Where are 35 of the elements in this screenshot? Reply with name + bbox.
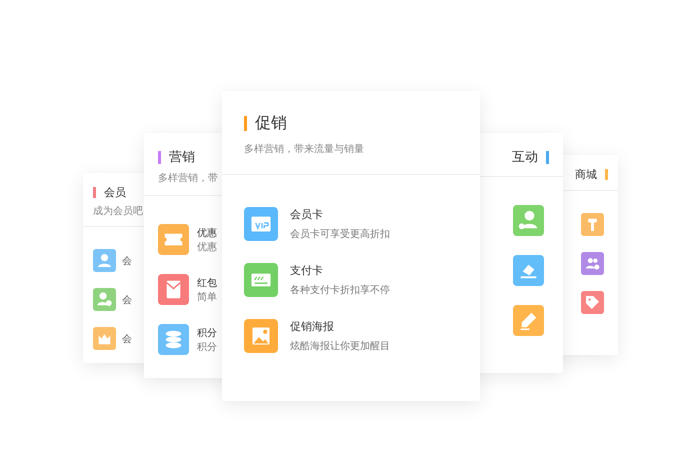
item-title: 促销海报 xyxy=(290,319,335,334)
card-icon[interactable] xyxy=(244,263,278,297)
item-description: 优惠 xyxy=(197,240,217,254)
vip-card-icon[interactable] xyxy=(244,207,278,241)
ticket-icon[interactable] xyxy=(158,224,189,255)
image-icon[interactable] xyxy=(244,319,278,353)
people-icon[interactable] xyxy=(581,252,604,275)
item-title: 会 xyxy=(122,332,132,346)
card-title: 会员 xyxy=(104,185,126,200)
envelope-icon[interactable] xyxy=(158,274,189,305)
card-title: 互动 xyxy=(512,149,538,166)
card-subtitle: 多样营销，带 xyxy=(158,172,219,185)
person-icon[interactable] xyxy=(93,249,116,272)
item-title: 会 xyxy=(122,254,132,268)
tag-icon[interactable] xyxy=(581,291,604,314)
item-title: 优惠 xyxy=(197,226,217,240)
card-subtitle: 多样营销，带来流量与销量 xyxy=(244,142,365,156)
card-subtitle: 成为会员吧 xyxy=(93,204,144,218)
eraser-icon[interactable] xyxy=(513,255,544,286)
item-title: 红包 xyxy=(197,276,217,290)
item-title: 支付卡 xyxy=(290,263,324,278)
coin-stack-icon[interactable] xyxy=(158,324,189,355)
item-title: 会员卡 xyxy=(290,207,324,222)
crown-icon[interactable] xyxy=(93,327,116,350)
item-title: 会 xyxy=(122,294,132,306)
card-title: 营销 xyxy=(169,149,195,166)
item-description: 炫酷海报让你更加醒目 xyxy=(290,340,390,353)
item-description: 各种支付卡折扣享不停 xyxy=(290,284,390,297)
item-description: 简单 xyxy=(197,290,217,304)
pencil-icon[interactable] xyxy=(513,305,544,336)
item-description: 会员卡可享受更高折扣 xyxy=(290,228,390,241)
card-title: 促销 xyxy=(255,113,287,134)
card-title: 商城 xyxy=(575,167,597,182)
item-title: 积分 xyxy=(197,326,217,340)
item-description: 积分 xyxy=(197,340,217,354)
